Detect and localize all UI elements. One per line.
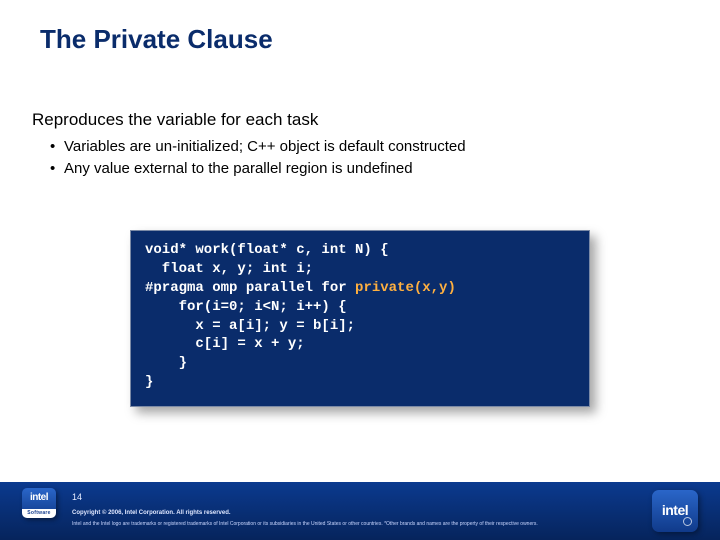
code-line: #pragma omp parallel for <box>145 280 355 296</box>
copyright-text: Copyright © 2006, Intel Corporation. All… <box>72 510 231 516</box>
code-keyword: private(x,y) <box>355 280 456 296</box>
badge-sublabel: Software <box>22 509 56 518</box>
intel-wordmark: intel <box>652 502 698 518</box>
bullet-item: Variables are un-initialized; C++ object… <box>50 136 688 158</box>
code-line: } <box>145 355 187 371</box>
slide-title: The Private Clause <box>40 24 273 55</box>
code-line: c[i] = x + y; <box>145 336 305 352</box>
intel-logo-icon: intel <box>652 490 698 532</box>
code-line: void* work(float* c, int N) { <box>145 242 389 258</box>
code-line: for(i=0; i<N; i++) { <box>145 299 347 315</box>
bullet-list: Variables are un-initialized; C++ object… <box>32 136 688 180</box>
intel-wordmark: intel <box>22 492 56 503</box>
lead-text: Reproduces the variable for each task <box>32 110 688 130</box>
code-line: } <box>145 374 153 390</box>
slide-body: Reproduces the variable for each task Va… <box>32 110 688 180</box>
code-line: float x, y; int i; <box>145 261 313 277</box>
code-line: x = a[i]; y = b[i]; <box>145 318 355 334</box>
page-number: 14 <box>72 492 82 502</box>
slide: The Private Clause Reproduces the variab… <box>0 0 720 540</box>
logo-swirl-icon <box>683 517 692 526</box>
legal-text: Intel and the Intel logo are trademarks … <box>72 522 640 528</box>
bullet-item: Any value external to the parallel regio… <box>50 158 688 180</box>
footer-bar: intel Software 14 Copyright © 2006, Inte… <box>0 482 720 540</box>
code-block: void* work(float* c, int N) { float x, y… <box>130 230 590 407</box>
intel-software-badge-icon: intel Software <box>22 488 56 518</box>
